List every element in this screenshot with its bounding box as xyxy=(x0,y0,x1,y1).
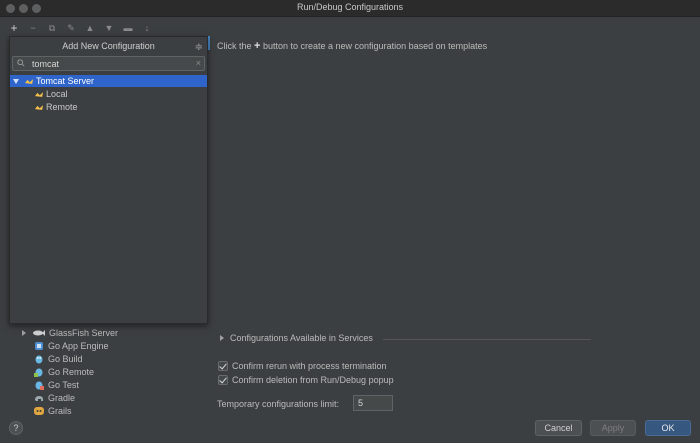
list-item-grails[interactable]: Grails xyxy=(34,404,72,417)
popup-title: Add New Configuration ≑ xyxy=(10,37,207,55)
search-field: × xyxy=(12,56,205,71)
temp-limit-label: Temporary configurations limit: xyxy=(217,399,340,409)
list-item-go-app-engine[interactable]: Go App Engine xyxy=(34,339,109,352)
list-item-go-test[interactable]: Go Test xyxy=(34,378,79,391)
search-input[interactable] xyxy=(32,57,192,70)
arrow-up-icon[interactable]: ▲ xyxy=(85,22,95,34)
hint-suffix: button to create a new configuration bas… xyxy=(262,41,488,51)
list-item-label: Go Build xyxy=(48,353,83,364)
checkbox-label: Confirm deletion from Run/Debug popup xyxy=(232,375,394,385)
tree-item-local[interactable]: Local xyxy=(10,88,207,100)
confirm-deletion-checkbox[interactable] xyxy=(218,375,228,385)
list-item-label: GlassFish Server xyxy=(49,327,119,338)
focus-edge xyxy=(208,36,210,50)
tree-item-tomcat-server[interactable]: Tomcat Server xyxy=(10,75,207,87)
plus-icon[interactable]: + xyxy=(9,22,19,34)
cancel-button[interactable]: Cancel xyxy=(535,420,582,436)
title-bar: Run/Debug Configurations xyxy=(0,0,700,17)
go-app-engine-icon xyxy=(35,341,43,350)
clear-search-icon[interactable]: × xyxy=(196,58,201,68)
window-title: Run/Debug Configurations xyxy=(296,2,404,12)
tree-item-label: Remote xyxy=(46,102,78,112)
list-item-go-remote[interactable]: Go Remote xyxy=(34,365,94,378)
list-item-label: Gradle xyxy=(48,392,76,403)
list-item-go-build[interactable]: Go Build xyxy=(34,352,83,365)
hint-prefix: Click the xyxy=(217,41,252,51)
ok-button[interactable]: OK xyxy=(645,420,691,436)
list-item-glassfish-server[interactable]: GlassFish Server xyxy=(22,326,118,339)
folder-icon[interactable]: ▬ xyxy=(123,22,133,34)
list-item-label: Grails xyxy=(48,405,72,416)
toolbar: + − ⧉ ✎ ▲ ▼ ▬ ↓ xyxy=(9,21,152,35)
tree-item-label: Local xyxy=(46,89,68,99)
confirm-rerun-checkbox[interactable] xyxy=(218,361,228,371)
confirm-rerun-option[interactable]: Confirm rerun with process termination xyxy=(218,361,387,371)
list-item-label: Go Test xyxy=(48,379,79,390)
list-item-label: Go App Engine xyxy=(48,340,109,351)
apply-button[interactable]: Apply xyxy=(590,420,636,436)
search-icon xyxy=(17,59,25,67)
services-section[interactable]: Configurations Available in Services xyxy=(220,333,591,343)
go-gopher-icon xyxy=(35,355,43,363)
settings-icon[interactable]: ≑ xyxy=(195,39,203,57)
list-item-gradle[interactable]: Gradle xyxy=(34,391,75,404)
checkbox-label: Confirm rerun with process termination xyxy=(232,361,387,371)
wrench-icon[interactable]: ✎ xyxy=(66,22,76,34)
tree-item-label: Tomcat Server xyxy=(36,76,95,86)
tree-item-remote[interactable]: Remote xyxy=(10,101,207,113)
glassfish-icon xyxy=(33,329,45,336)
separator xyxy=(383,339,591,340)
go-remote-icon xyxy=(34,368,43,377)
expand-arrow-icon[interactable] xyxy=(22,329,26,336)
go-test-icon xyxy=(35,381,44,390)
copy-icon[interactable]: ⧉ xyxy=(47,22,57,34)
grails-icon xyxy=(34,406,44,415)
confirm-deletion-option[interactable]: Confirm deletion from Run/Debug popup xyxy=(218,375,394,385)
temp-limit-input[interactable] xyxy=(353,395,393,411)
arrow-down-icon[interactable]: ▼ xyxy=(104,22,114,34)
empty-hint: Click the + button to create a new confi… xyxy=(217,40,487,52)
tomcat-icon xyxy=(25,78,33,84)
help-button[interactable]: ? xyxy=(9,421,23,435)
tomcat-icon xyxy=(35,91,43,97)
collapse-arrow-icon[interactable] xyxy=(13,78,19,84)
plus-icon: + xyxy=(254,40,261,52)
tomcat-icon xyxy=(35,104,43,110)
list-item-label: Go Remote xyxy=(48,366,95,377)
sort-icon[interactable]: ↓ xyxy=(142,22,152,34)
services-label: Configurations Available in Services xyxy=(230,333,373,343)
add-configuration-popup: Add New Configuration ≑ × Tomcat Server … xyxy=(9,36,208,324)
minus-icon[interactable]: − xyxy=(28,22,38,34)
expand-arrow-icon[interactable] xyxy=(220,335,224,341)
gradle-elephant-icon xyxy=(35,395,43,401)
